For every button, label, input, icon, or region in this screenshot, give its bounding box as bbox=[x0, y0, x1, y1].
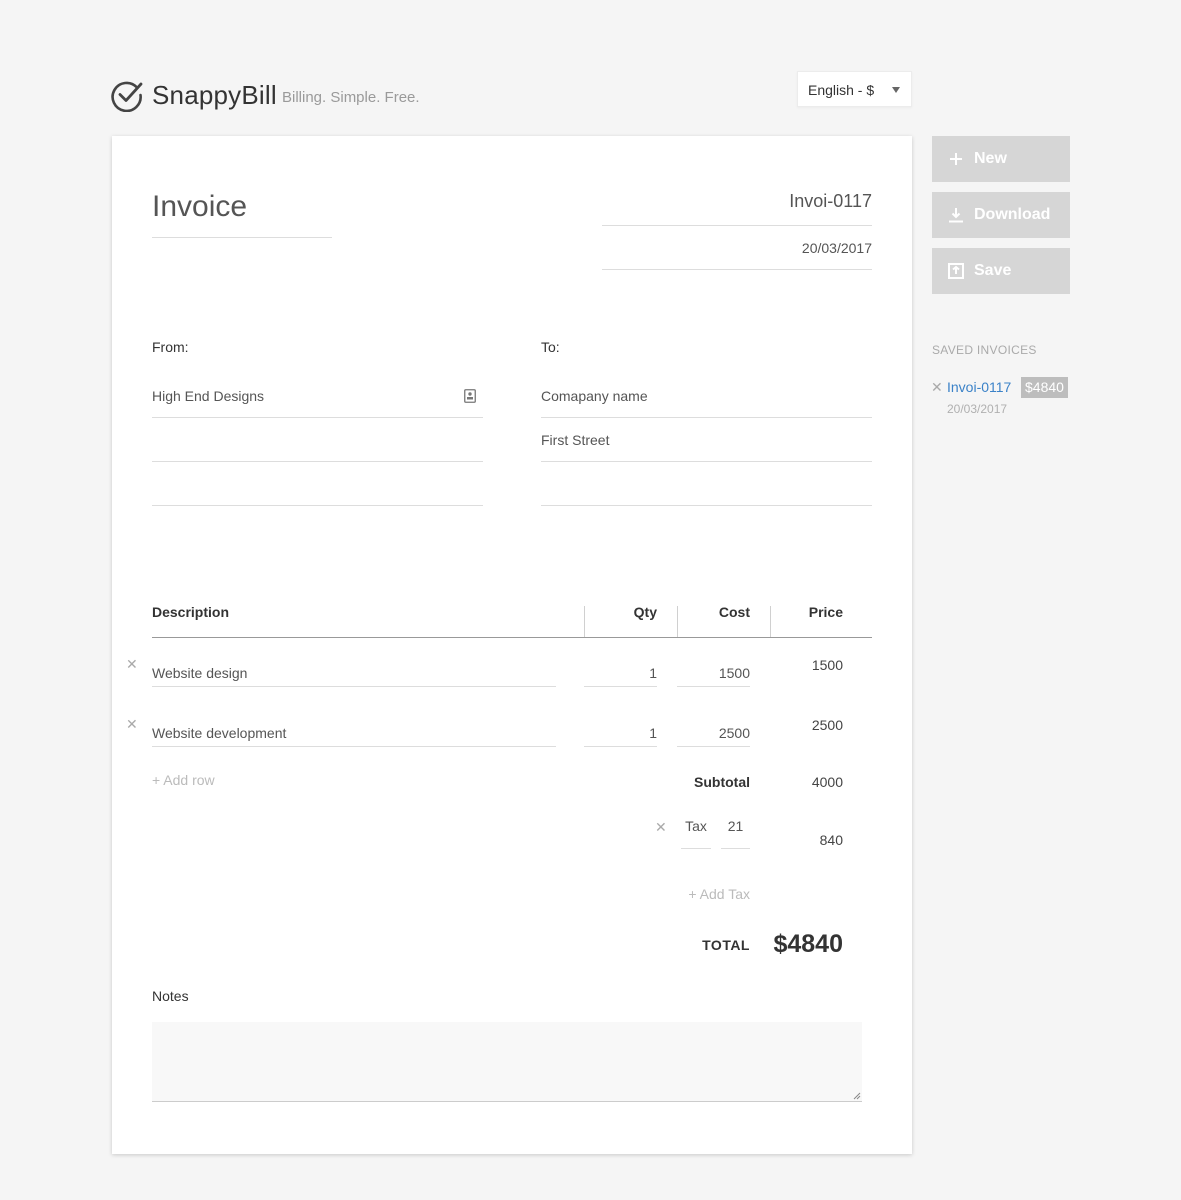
to-line-2-field[interactable]: First Street bbox=[541, 418, 872, 462]
to-line-3-field[interactable] bbox=[541, 462, 872, 506]
delete-saved-invoice-icon[interactable]: ✕ bbox=[931, 379, 943, 396]
row-2-cost-field[interactable]: 2500 bbox=[677, 707, 750, 747]
download-button-label: Download bbox=[974, 206, 1051, 223]
tax-rate-field[interactable]: 21 bbox=[721, 818, 750, 849]
from-line-3-field[interactable] bbox=[152, 462, 483, 506]
to-label: To: bbox=[541, 339, 560, 355]
row-1-qty-field[interactable]: 1 bbox=[584, 647, 657, 687]
tax-value: 840 bbox=[819, 832, 843, 848]
language-select-value: English - $ bbox=[808, 82, 875, 98]
row-1-cost-field[interactable]: 1500 bbox=[677, 647, 750, 687]
remove-tax-icon[interactable]: ✕ bbox=[655, 819, 667, 836]
saved-invoice-amount-badge: $4840 bbox=[1021, 377, 1068, 398]
subtotal-value: 4000 bbox=[811, 774, 843, 790]
row-2-price: 2500 bbox=[811, 717, 843, 733]
download-button[interactable]: Download bbox=[932, 192, 1070, 238]
tax-name-field[interactable]: Tax bbox=[681, 818, 711, 849]
plus-icon bbox=[950, 153, 962, 165]
subtotal-label: Subtotal bbox=[694, 774, 750, 790]
brand-name: SnappyBill bbox=[152, 80, 277, 110]
remove-row-icon[interactable]: ✕ bbox=[126, 716, 138, 733]
add-row-link[interactable]: + Add row bbox=[152, 772, 215, 788]
from-label: From: bbox=[152, 339, 189, 355]
invoice-number-field[interactable]: Invoi-0117 bbox=[602, 178, 872, 226]
save-button[interactable]: Save bbox=[932, 248, 1070, 294]
add-tax-link[interactable]: + Add Tax bbox=[650, 886, 750, 902]
new-button-label: New bbox=[974, 150, 1007, 167]
total-label: TOTAL bbox=[702, 937, 750, 953]
from-line-1-value: High End Designs bbox=[152, 388, 265, 404]
to-line-1-field[interactable]: Comapany name bbox=[541, 374, 872, 418]
remove-row-icon[interactable]: ✕ bbox=[126, 656, 138, 673]
from-line-2-field[interactable] bbox=[152, 418, 483, 462]
notes-label: Notes bbox=[152, 988, 189, 1004]
col-header-qty: Qty bbox=[633, 604, 657, 620]
invoice-sheet bbox=[112, 136, 912, 1154]
new-button[interactable]: New bbox=[932, 136, 1070, 182]
row-1-price: 1500 bbox=[811, 657, 843, 673]
row-2-description-field[interactable]: Website development bbox=[152, 707, 556, 747]
invoice-date-field[interactable]: 20/03/2017 bbox=[602, 226, 872, 270]
resize-grip-icon[interactable] bbox=[853, 1092, 861, 1100]
download-icon bbox=[949, 208, 963, 223]
col-header-price: Price bbox=[808, 604, 843, 620]
logo-check-icon bbox=[111, 81, 143, 112]
brand-tagline: Billing. Simple. Free. bbox=[282, 89, 420, 106]
col-header-cost: Cost bbox=[718, 604, 750, 620]
save-button-label: Save bbox=[974, 262, 1012, 279]
row-1-description-field[interactable]: Website design bbox=[152, 647, 556, 687]
contact-card-icon[interactable] bbox=[464, 389, 476, 403]
language-currency-select[interactable]: English - $ bbox=[797, 71, 912, 107]
from-line-1-field[interactable]: High End Designs bbox=[152, 374, 483, 418]
notes-textarea[interactable] bbox=[152, 1022, 862, 1102]
saved-invoice-link[interactable]: Invoi-0117 bbox=[947, 379, 1011, 395]
total-value: $4840 bbox=[773, 930, 843, 958]
invoice-title-field[interactable]: Invoice bbox=[152, 190, 332, 238]
row-2-qty-field[interactable]: 1 bbox=[584, 707, 657, 747]
save-icon bbox=[948, 263, 964, 279]
saved-invoices-heading: SAVED INVOICES bbox=[932, 343, 1037, 357]
dropdown-caret-icon bbox=[892, 87, 900, 93]
table-header-rule bbox=[152, 637, 872, 638]
saved-invoice-date: 20/03/2017 bbox=[947, 402, 1008, 416]
col-header-description: Description bbox=[152, 604, 230, 620]
